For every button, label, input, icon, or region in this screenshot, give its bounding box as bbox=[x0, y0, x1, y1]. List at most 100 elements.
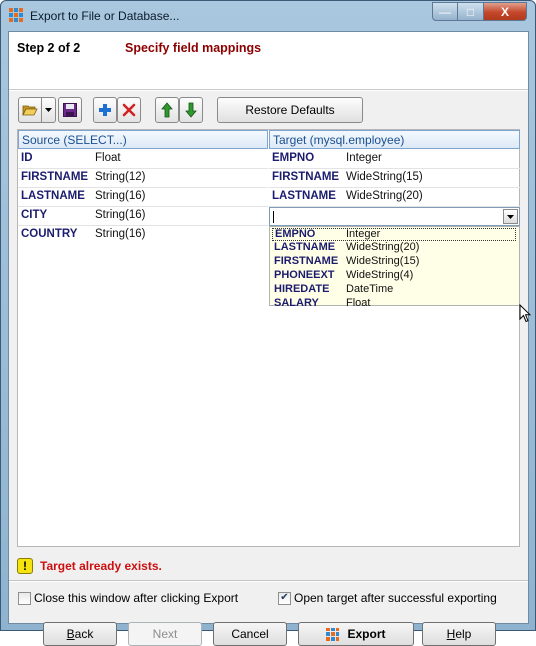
field-type: Float bbox=[95, 152, 121, 164]
table-row[interactable]: LASTNAME String(16) bbox=[18, 188, 268, 207]
table-row[interactable]: CITY String(16) bbox=[18, 207, 268, 226]
open-folder-icon bbox=[22, 105, 38, 116]
back-button[interactable]: Back bbox=[43, 622, 117, 646]
open-button[interactable] bbox=[18, 97, 42, 123]
field-type: String(16) bbox=[95, 228, 146, 240]
field-type: Integer bbox=[346, 152, 382, 164]
dropdown-option[interactable]: EMPNO Integer bbox=[272, 228, 516, 241]
field-mapping-grid: Source (SELECT...) Target (mysql.employe… bbox=[17, 129, 520, 547]
close-icon: X bbox=[500, 4, 509, 19]
table-row[interactable]: EMPNO Integer bbox=[269, 150, 520, 169]
next-button[interactable]: Next bbox=[128, 622, 202, 646]
open-target-checkbox[interactable]: ✔ Open target after successful exporting bbox=[278, 591, 497, 605]
wizard-body: Restore Defaults Source (SELECT...) Targ… bbox=[9, 91, 531, 646]
dropdown-arrow-icon bbox=[45, 108, 52, 112]
option-name: PHONEEXT bbox=[274, 269, 335, 281]
warning-icon: ! bbox=[17, 558, 33, 574]
window-title: Export to File or Database... bbox=[30, 9, 180, 23]
minimize-button[interactable]: — bbox=[432, 2, 458, 21]
table-row[interactable]: LASTNAME WideString(20) bbox=[269, 188, 520, 207]
field-type: String(12) bbox=[95, 171, 146, 183]
help-accelerator: H bbox=[446, 627, 456, 641]
dropdown-option[interactable]: PHONEEXT WideString(4) bbox=[270, 269, 519, 283]
target-column-header[interactable]: Target (mysql.employee) bbox=[269, 130, 520, 149]
delete-mapping-button[interactable] bbox=[117, 97, 141, 123]
help-button[interactable]: Help bbox=[422, 622, 496, 646]
help-label: elp bbox=[455, 627, 472, 641]
option-type: Integer bbox=[346, 228, 381, 240]
field-name: LASTNAME bbox=[21, 190, 85, 202]
back-label: ack bbox=[74, 627, 94, 641]
dropdown-option[interactable]: HIREDATE DateTime bbox=[270, 283, 519, 297]
delete-icon bbox=[122, 103, 136, 117]
table-row[interactable]: ID Float bbox=[18, 150, 268, 169]
option-name: EMPNO bbox=[275, 228, 316, 240]
option-type: WideString(15) bbox=[346, 255, 420, 267]
field-name: COUNTRY bbox=[21, 228, 78, 240]
field-name: CITY bbox=[21, 209, 48, 221]
field-name: FIRSTNAME bbox=[21, 171, 89, 183]
field-name: LASTNAME bbox=[272, 190, 336, 202]
field-type: String(16) bbox=[95, 209, 146, 221]
close-window-checkbox[interactable]: Close this window after clicking Export bbox=[18, 591, 238, 605]
target-field-dropdown-list: EMPNO Integer LASTNAME WideString(20) FIRS… bbox=[269, 226, 520, 309]
move-down-icon bbox=[185, 102, 197, 118]
option-type: Float bbox=[346, 297, 371, 309]
field-name: EMPNO bbox=[272, 152, 315, 164]
checkbox-label: Open target after successful exporting bbox=[294, 591, 497, 605]
field-name: FIRSTNAME bbox=[272, 171, 340, 183]
checkbox-box[interactable]: ✔ bbox=[278, 591, 291, 605]
export-icon bbox=[326, 627, 340, 641]
checkmark-icon: ✔ bbox=[280, 592, 289, 603]
app-grid-icon bbox=[9, 8, 23, 22]
restore-defaults-button[interactable]: Restore Defaults bbox=[217, 97, 363, 123]
table-row[interactable]: FIRSTNAME String(12) bbox=[18, 169, 268, 188]
option-name: FIRSTNAME bbox=[274, 255, 339, 267]
option-type: WideString(4) bbox=[346, 269, 414, 281]
cancel-button[interactable]: Cancel bbox=[213, 622, 287, 646]
export-button[interactable]: Export bbox=[298, 622, 414, 646]
export-dialog-window: Export to File or Database... — □ X Step… bbox=[0, 0, 536, 646]
warning-text: Target already exists. bbox=[40, 559, 162, 573]
option-name: HIREDATE bbox=[274, 283, 330, 295]
option-type: WideString(20) bbox=[346, 241, 420, 253]
move-up-button[interactable] bbox=[155, 97, 179, 123]
option-type: DateTime bbox=[346, 283, 394, 295]
step-subtitle: Specify field mappings bbox=[125, 41, 262, 55]
source-fields-list: ID Float FIRSTNAME String(12) LASTNAME Stri… bbox=[18, 150, 268, 245]
divider bbox=[9, 580, 528, 582]
move-down-button[interactable] bbox=[179, 97, 203, 123]
step-indicator: Step 2 of 2 bbox=[17, 41, 81, 55]
save-icon bbox=[63, 103, 77, 117]
source-column-header[interactable]: Source (SELECT...) bbox=[18, 130, 268, 149]
chevron-down-icon bbox=[507, 214, 514, 219]
table-row[interactable]: COUNTRY String(16) bbox=[18, 226, 268, 245]
field-name: ID bbox=[21, 152, 33, 164]
field-type: String(16) bbox=[95, 190, 146, 202]
add-icon bbox=[99, 104, 111, 116]
dropdown-option[interactable]: SALARY Float bbox=[270, 297, 519, 311]
checkbox-box[interactable] bbox=[18, 591, 31, 605]
combobox-dropdown-button[interactable] bbox=[503, 209, 518, 224]
checkbox-label: Close this window after clicking Export bbox=[34, 591, 239, 605]
save-button[interactable] bbox=[58, 97, 82, 123]
export-label: Export bbox=[347, 627, 386, 641]
field-type: WideString(15) bbox=[346, 171, 423, 183]
close-button[interactable]: X bbox=[484, 2, 527, 21]
back-accelerator: B bbox=[66, 627, 75, 641]
maximize-button[interactable]: □ bbox=[458, 2, 484, 21]
dropdown-option[interactable]: FIRSTNAME WideString(15) bbox=[270, 255, 519, 269]
mouse-pointer-icon bbox=[519, 304, 531, 323]
add-mapping-button[interactable] bbox=[93, 97, 117, 123]
title-bar[interactable]: Export to File or Database... — □ X bbox=[1, 1, 535, 31]
move-up-icon bbox=[161, 102, 173, 118]
table-row[interactable]: FIRSTNAME WideString(15) bbox=[269, 169, 520, 188]
open-dropdown-button[interactable] bbox=[42, 97, 56, 123]
option-name: SALARY bbox=[274, 297, 319, 309]
dropdown-option[interactable]: LASTNAME WideString(20) bbox=[270, 241, 519, 255]
dialog-client-area: Step 2 of 2 Specify field mappings Resto… bbox=[8, 31, 531, 646]
target-field-combobox[interactable] bbox=[269, 207, 520, 226]
warning-message: ! Target already exists. bbox=[17, 558, 162, 574]
field-type: WideString(20) bbox=[346, 190, 423, 202]
wizard-header: Step 2 of 2 Specify field mappings bbox=[9, 32, 528, 90]
